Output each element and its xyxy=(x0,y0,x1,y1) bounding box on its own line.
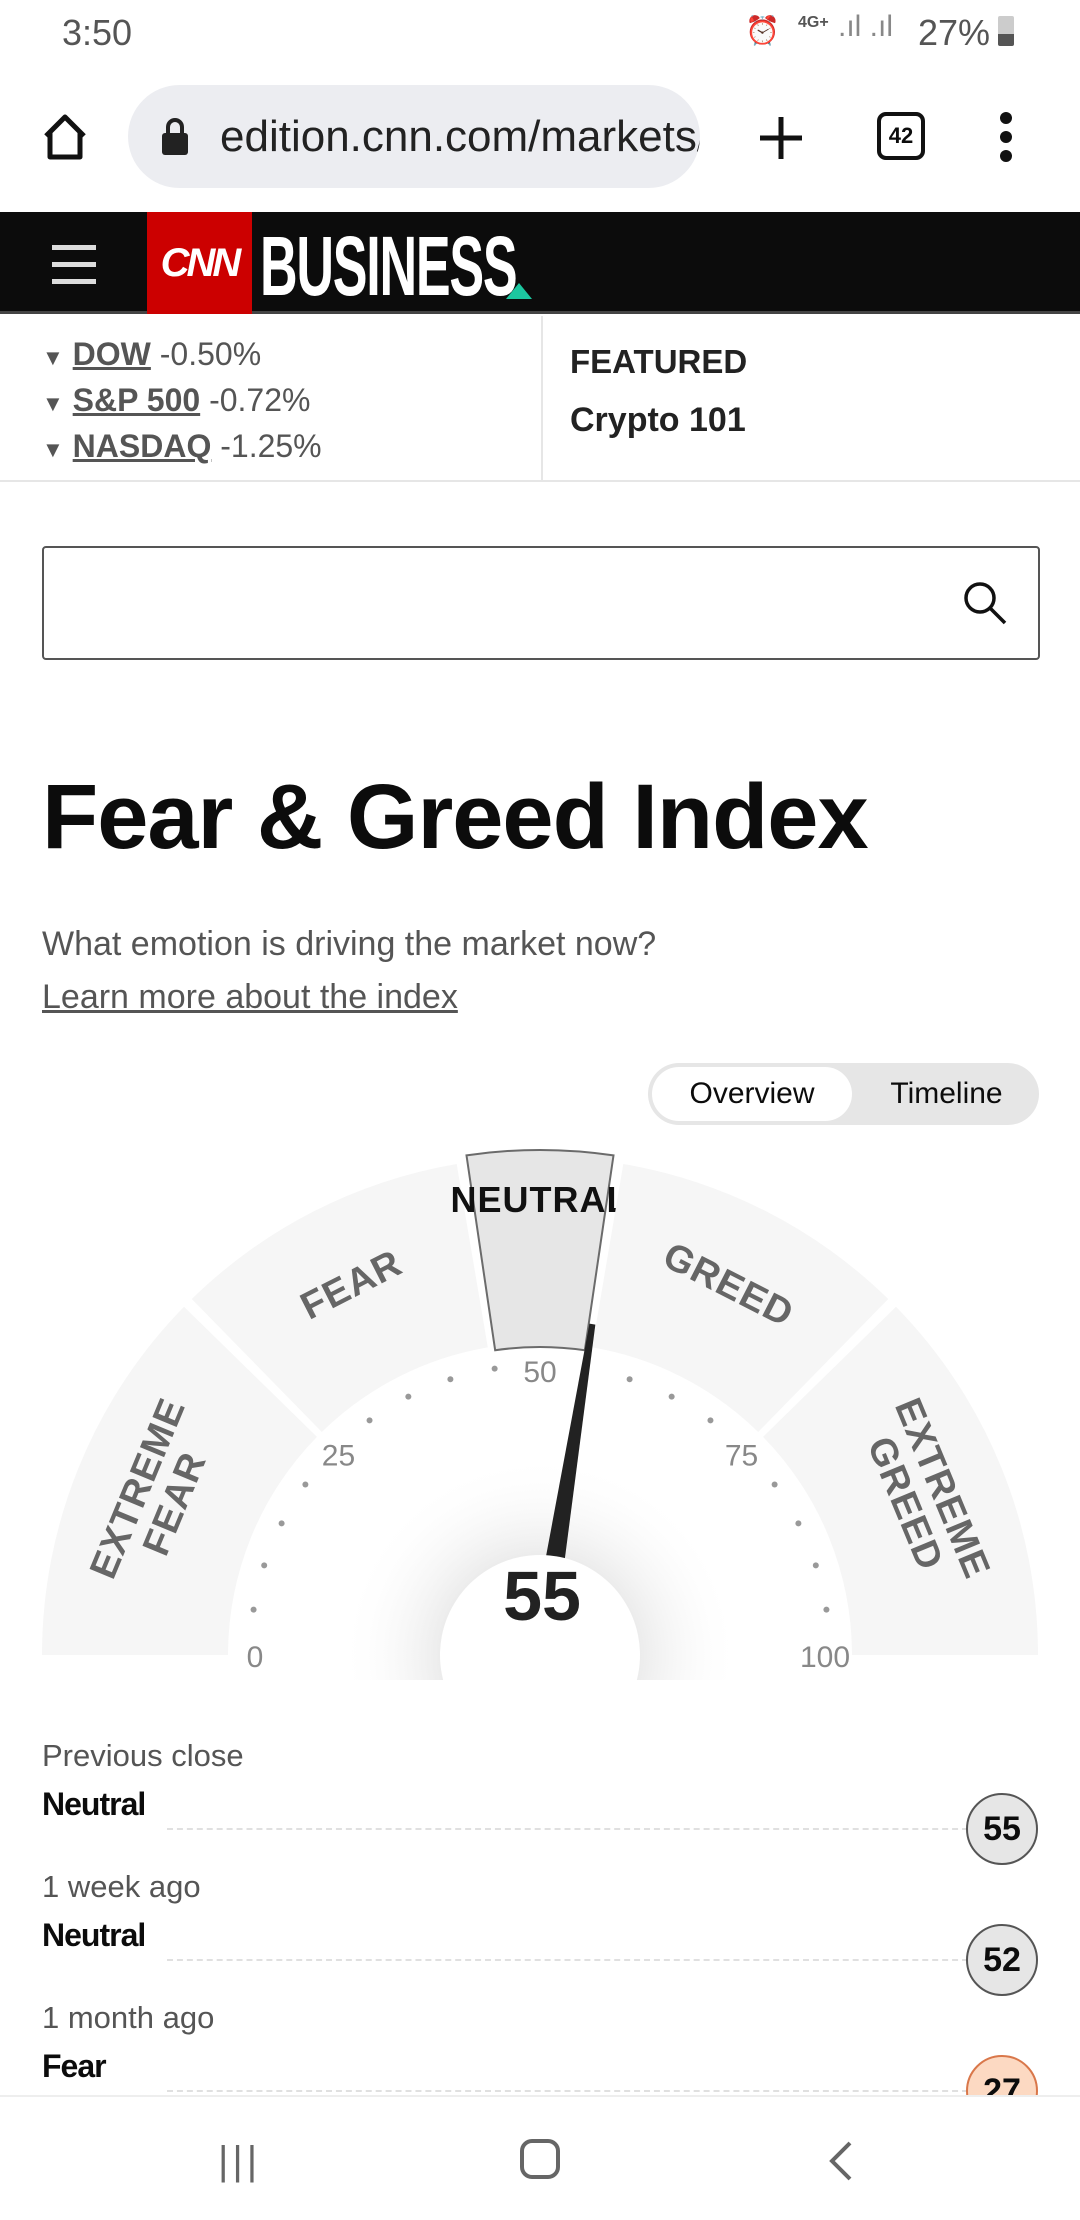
history-rating: Neutral xyxy=(42,1786,146,1822)
dashed-leader xyxy=(167,1959,968,1961)
view-toggle: Overview Timeline xyxy=(648,1063,1039,1125)
fear-greed-gauge: EXTREMEFEARFEARNEUTRALGREEDEXTREMEGREED … xyxy=(42,1149,1038,1680)
gauge-tick xyxy=(278,1520,285,1527)
gauge-tick xyxy=(491,1365,498,1372)
history-label: 1 month ago xyxy=(42,2000,215,2035)
gauge-tick xyxy=(302,1481,309,1488)
battery-level: 27% xyxy=(918,12,991,53)
hamburger-icon[interactable] xyxy=(52,245,96,284)
divider xyxy=(541,316,543,480)
lock-icon xyxy=(162,117,188,155)
gauge-tick xyxy=(668,1393,675,1400)
signal-icon: .ıl .ıl xyxy=(838,10,894,43)
ticker-nasdaq[interactable]: ▼ NASDAQ -1.25% xyxy=(42,425,322,471)
alarm-icon: ⏰ xyxy=(745,15,780,46)
section-logo[interactable]: BUSINESS xyxy=(260,218,518,315)
history-label: 1 week ago xyxy=(42,1869,201,1904)
featured-label: FEATURED xyxy=(570,343,748,380)
dashed-leader xyxy=(167,2090,968,2092)
gauge-scale-label: 75 xyxy=(725,1439,758,1472)
page-title: Fear & Greed Index xyxy=(42,766,869,868)
battery-icon xyxy=(998,16,1014,46)
android-nav-bar: ||| xyxy=(0,2095,1080,2220)
ticker-link[interactable]: DOW xyxy=(73,336,151,372)
ticker-sp500[interactable]: ▼ S&P 500 -0.72% xyxy=(42,379,322,425)
gauge-tick xyxy=(250,1606,257,1613)
history-row: 1 week ago Neutral 52 xyxy=(42,1869,1038,1996)
cnn-header: CNN BUSINESS xyxy=(0,212,1080,314)
gauge-scale-label: 0 xyxy=(247,1641,264,1674)
ticker-change: -0.72% xyxy=(209,382,311,418)
gauge-scale-label: 25 xyxy=(322,1439,355,1472)
featured-link[interactable]: Crypto 101 xyxy=(570,401,746,440)
ticker-change: -1.25% xyxy=(220,428,322,464)
gauge-tick xyxy=(771,1481,778,1488)
gauge-tick xyxy=(405,1393,412,1400)
gauge-tick xyxy=(823,1606,830,1613)
gauge-tick xyxy=(261,1562,268,1569)
search-box[interactable] xyxy=(42,546,1040,660)
new-tab-icon[interactable] xyxy=(758,115,804,161)
logo-accent-triangle xyxy=(506,283,532,299)
home-nav-icon[interactable] xyxy=(520,2139,560,2179)
history-rating: Neutral xyxy=(42,1917,146,1953)
menu-icon[interactable] xyxy=(998,112,1014,162)
cnn-logo[interactable]: CNN xyxy=(147,212,252,314)
gauge-tick xyxy=(812,1562,819,1569)
page-subtitle: What emotion is driving the market now? xyxy=(42,925,657,963)
ticker-link[interactable]: NASDAQ xyxy=(73,428,212,464)
tab-overview[interactable]: Overview xyxy=(652,1067,852,1121)
gauge-tick xyxy=(366,1417,373,1424)
history-value-badge: 55 xyxy=(966,1793,1038,1865)
recent-apps-icon[interactable]: ||| xyxy=(218,2139,261,2184)
ticker-dow[interactable]: ▼ DOW -0.50% xyxy=(42,333,322,379)
learn-more-link[interactable]: Learn more about the index xyxy=(42,978,458,1017)
network-type: 4G+ xyxy=(798,14,829,31)
history-label: Previous close xyxy=(42,1738,244,1773)
clock: 3:50 xyxy=(62,12,133,53)
url-bar[interactable]: edition.cnn.com/markets/fear-and-greed xyxy=(128,85,700,188)
gauge-tick xyxy=(447,1376,454,1383)
history-rating: Fear xyxy=(42,2048,107,2084)
history-value-badge: 52 xyxy=(966,1924,1038,1996)
home-icon[interactable] xyxy=(40,112,90,162)
search-icon[interactable] xyxy=(962,580,1008,626)
search-input[interactable] xyxy=(44,548,924,658)
back-icon[interactable] xyxy=(826,2139,856,2183)
history-row: 1 month ago Fear 27 xyxy=(42,2000,1038,2127)
dashed-leader xyxy=(167,1828,968,1830)
ticker-change: -0.50% xyxy=(159,336,262,372)
gauge-scale-label: 50 xyxy=(523,1356,556,1389)
ticker-link[interactable]: S&P 500 xyxy=(73,382,201,418)
gauge-tick xyxy=(707,1417,714,1424)
gauge-scale-label: 100 xyxy=(800,1641,850,1674)
divider xyxy=(0,480,1080,482)
gauge-value: 55 xyxy=(503,1557,581,1635)
url-text: edition.cnn.com/markets/fear-and-greed xyxy=(220,111,700,161)
status-bar: 3:50 ⏰ 4G+ .ıl .ıl 27% xyxy=(0,0,1080,70)
tab-timeline[interactable]: Timeline xyxy=(858,1067,1035,1121)
gauge-zone-label: NEUTRAL xyxy=(451,1179,630,1220)
tab-switcher-button[interactable]: 42 xyxy=(877,112,925,160)
gauge-tick xyxy=(795,1520,802,1527)
gauge-tick xyxy=(626,1376,633,1383)
history-row: Previous close Neutral 55 xyxy=(42,1738,1038,1865)
market-tickers: ▼ DOW -0.50% ▼ S&P 500 -0.72% ▼ NASDAQ -… xyxy=(42,333,322,471)
